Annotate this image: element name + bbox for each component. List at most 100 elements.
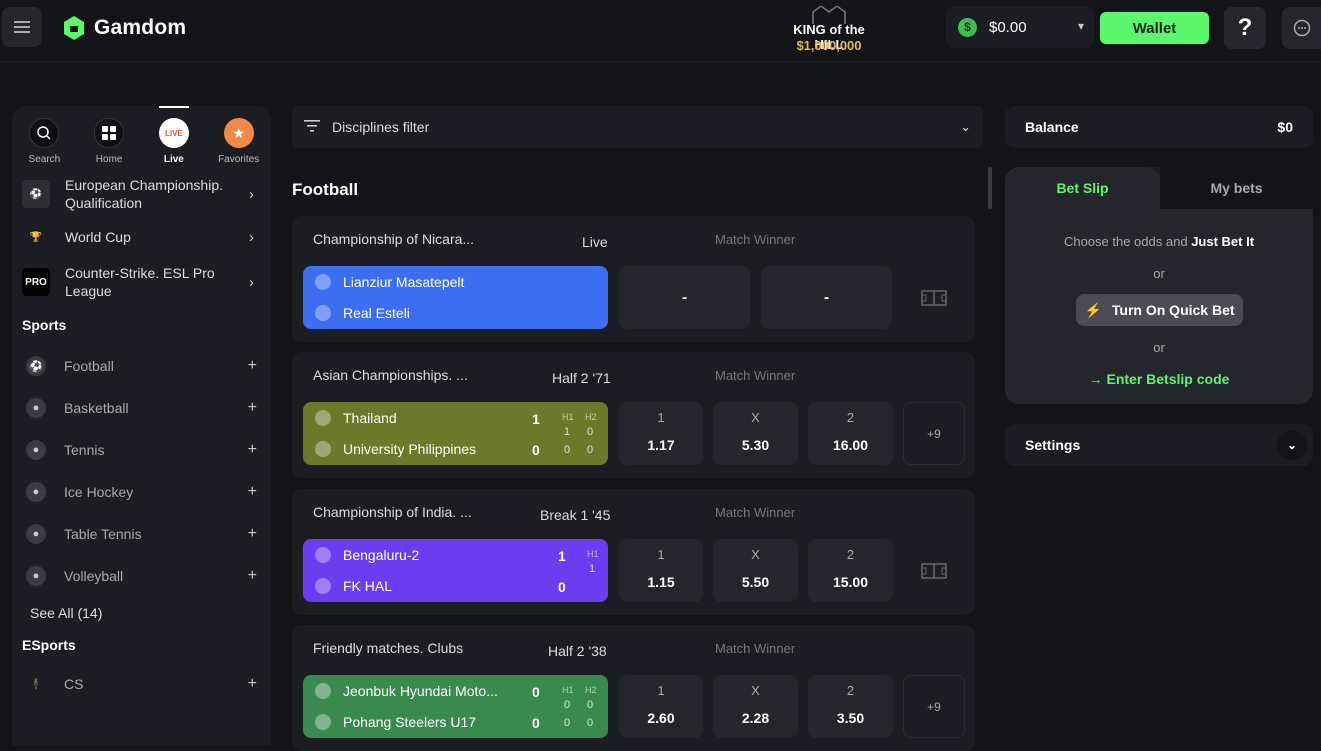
tab-bet-slip[interactable]: Bet Slip xyxy=(1005,167,1160,209)
odd-button-2[interactable]: 2 3.50 xyxy=(808,675,893,738)
live-icon: LIVE xyxy=(158,118,189,148)
logo-text: Gamdom xyxy=(94,16,187,39)
balance-amount: $0.00 xyxy=(989,18,1027,36)
bet-slip-tabs: My bets Bet Slip xyxy=(1005,167,1313,209)
teams-panel[interactable]: Thailand University Philippines 1 0 H1 H… xyxy=(303,402,608,465)
market-label: Match Winner xyxy=(715,505,796,520)
match-status: Half 2 '71 xyxy=(552,370,611,386)
odd-button-2[interactable]: 2 16.00 xyxy=(808,402,893,465)
competition-item-esl[interactable]: PRO Counter-Strike. ESL Pro League › xyxy=(12,259,271,305)
nav-live[interactable]: LIVE Live xyxy=(144,106,204,165)
dollar-coin-icon: $ xyxy=(958,17,977,37)
more-markets-button[interactable]: +9 xyxy=(903,675,965,738)
top-bar: Gamdom KING of the HILL $1,000,000 $ $0.… xyxy=(0,0,1321,62)
plus-icon[interactable]: + xyxy=(248,483,257,501)
sidebar-item-volleyball[interactable]: ● Volleyball + xyxy=(12,555,271,597)
half-label: H2 xyxy=(585,412,597,422)
plus-icon[interactable]: + xyxy=(248,357,257,375)
match-card[interactable]: Championship of India. ... Break 1 '45 M… xyxy=(292,489,975,615)
odd-value: 2.60 xyxy=(647,710,675,726)
odd-button[interactable]: - xyxy=(761,266,892,329)
odd-button[interactable]: - xyxy=(619,266,750,329)
odd-button-1[interactable]: 1 2.60 xyxy=(619,675,703,738)
plus-icon[interactable]: + xyxy=(248,525,257,543)
euro-trophy-icon: ⚽ xyxy=(22,180,50,208)
sidebar-item-basketball[interactable]: ● Basketball + xyxy=(12,387,271,429)
match-card[interactable]: Friendly matches. Clubs Half 2 '38 Match… xyxy=(292,625,975,751)
odd-label: 1 xyxy=(657,410,665,425)
help-button[interactable]: ? xyxy=(1224,7,1266,49)
teams-panel[interactable]: Jeonbuk Hyundai Moto... Pohang Steelers … xyxy=(303,675,608,738)
odd-button-1[interactable]: 1 1.17 xyxy=(619,402,703,465)
logo[interactable]: Gamdom xyxy=(62,14,186,42)
bet-slip-panel: My bets Bet Slip Choose the odds and Jus… xyxy=(1005,167,1313,404)
wallet-button[interactable]: Wallet xyxy=(1100,12,1209,44)
nav-favorites[interactable]: ★ Favorites xyxy=(209,118,269,165)
team-name: Real Esteli xyxy=(343,305,410,321)
odd-value: 16.00 xyxy=(832,437,869,453)
plus-icon[interactable]: + xyxy=(248,399,257,417)
teams-panel[interactable]: Lianziur Masatepelt Real Esteli xyxy=(303,266,608,329)
nav-home[interactable]: Home xyxy=(79,118,139,165)
chevron-down-icon: ▾ xyxy=(1077,19,1084,33)
choose-text: Choose the odds and xyxy=(1063,234,1188,249)
gamdom-logo-icon xyxy=(64,16,84,40)
worldcup-icon: 🏆 xyxy=(22,223,50,251)
balance-selector[interactable]: $ $0.00 ▾ xyxy=(946,6,1094,48)
field-icon[interactable] xyxy=(903,539,965,602)
match-card[interactable]: Asian Championships. ... Half 2 '71 Matc… xyxy=(292,352,975,478)
plus-icon[interactable]: + xyxy=(248,675,257,693)
odd-value: 5.50 xyxy=(741,574,770,590)
see-all-link[interactable]: See All (14) xyxy=(12,597,271,629)
odd-button-x[interactable]: X 5.50 xyxy=(713,539,798,602)
score: 1 xyxy=(532,411,540,427)
team-row: University Philippines xyxy=(315,439,476,459)
sidebar-item-cs[interactable]: 🕴 CS + xyxy=(12,663,271,705)
team-row: Thailand xyxy=(315,408,397,428)
half-score: 0 xyxy=(587,444,594,456)
disciplines-filter[interactable]: Disciplines filter ⌄ xyxy=(292,106,983,148)
more-markets-button[interactable]: +9 xyxy=(903,402,965,465)
koth-prize: $1,000,000 xyxy=(796,38,862,53)
settings-panel[interactable]: Settings ⌄ xyxy=(1005,424,1313,466)
hamburger-menu-button[interactable] xyxy=(2,7,42,47)
chat-button[interactable] xyxy=(1282,7,1321,49)
match-card[interactable]: Championship of Nicara... Live Match Win… xyxy=(292,216,975,342)
sport-label: Football xyxy=(64,358,114,374)
star-icon: ★ xyxy=(223,118,254,148)
nav-label: Live xyxy=(163,154,184,165)
competition-item-worldcup[interactable]: 🏆 World Cup › xyxy=(12,215,271,259)
competition-item-euro[interactable]: ⚽ European Championship. Qualification › xyxy=(12,173,271,215)
scrollbar[interactable] xyxy=(988,167,992,209)
match-competition: Championship of India. ... xyxy=(313,504,472,520)
odd-button-x[interactable]: X 5.30 xyxy=(713,402,798,465)
plus-icon[interactable]: + xyxy=(248,441,257,459)
sidebar-item-football[interactable]: ⚽ Football + xyxy=(12,345,271,387)
odd-button-x[interactable]: X 2.28 xyxy=(713,675,798,738)
half-score: 0 xyxy=(587,699,594,711)
sidebar-item-ice-hockey[interactable]: ● Ice Hockey + xyxy=(12,471,271,513)
field-icon[interactable] xyxy=(903,266,965,329)
quick-bet-button[interactable]: ⚡ Turn On Quick Bet xyxy=(1076,294,1243,326)
sidebar-item-table-tennis[interactable]: ● Table Tennis + xyxy=(12,513,271,555)
nav-label: Favorites xyxy=(218,154,260,165)
chevron-down-icon[interactable]: ⌄ xyxy=(1277,430,1307,460)
tab-my-bets[interactable]: My bets xyxy=(1160,167,1313,209)
teams-panel[interactable]: Bengaluru-2 FK HAL 1 0 H1 1 xyxy=(303,539,608,602)
competition-label: Counter-Strike. ESL Pro League xyxy=(65,265,215,299)
sport-label: CS xyxy=(64,676,84,692)
hockey-puck-icon: ● xyxy=(26,482,46,502)
half-score: 0 xyxy=(564,717,571,729)
sidebar-item-tennis[interactable]: ● Tennis + xyxy=(12,429,271,471)
odd-button-2[interactable]: 2 15.00 xyxy=(808,539,893,602)
odd-button-1[interactable]: 1 1.15 xyxy=(619,539,703,602)
philippines-flag-icon xyxy=(315,441,331,457)
enter-betslip-code-link[interactable]: → Enter Betslip code xyxy=(1005,371,1313,387)
plus-icon[interactable]: + xyxy=(248,567,257,585)
odd-label: 1 xyxy=(657,547,665,562)
score: 1 xyxy=(558,548,566,564)
odd-value: 1.17 xyxy=(647,437,675,453)
king-of-the-hill-banner[interactable]: KING of the HILL $1,000,000 xyxy=(783,6,875,60)
nav-search[interactable]: Search xyxy=(14,118,74,165)
team-name: Thailand xyxy=(343,410,397,426)
